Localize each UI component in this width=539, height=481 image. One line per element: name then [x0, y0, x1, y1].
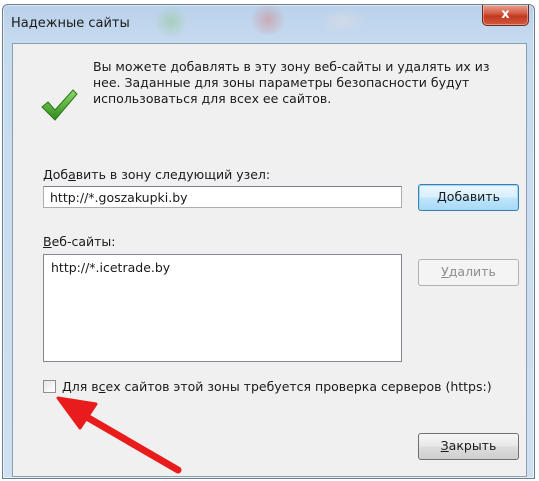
window-close-button[interactable]: x: [482, 5, 529, 26]
websites-list[interactable]: http://*.icetrade.by: [43, 254, 402, 362]
https-require-option[interactable]: Для всех сайтов этой зоны требуется пров…: [43, 378, 523, 396]
close-icon: x: [501, 7, 510, 22]
window-title: Надежные сайты: [11, 16, 130, 31]
close-button[interactable]: Закрыть: [418, 433, 519, 460]
title-bar[interactable]: Надежные сайты x: [3, 5, 534, 41]
background-blur: [318, 7, 368, 35]
https-checkbox-label[interactable]: Для всех сайтов этой зоны требуется пров…: [62, 379, 492, 394]
dialog-body: Вы можете добавлять в эту зону веб-сайты…: [12, 43, 527, 477]
remove-button[interactable]: Удалить: [418, 259, 519, 286]
background-blur: [248, 5, 288, 35]
add-site-label: Добавить в зону следующий узел:: [43, 167, 271, 182]
https-checkbox[interactable]: [43, 380, 56, 393]
trusted-sites-dialog: Надежные сайты x Вы можете добавлять в э…: [2, 4, 535, 479]
list-item[interactable]: http://*.icetrade.by: [51, 260, 170, 275]
intro-text: Вы можете добавлять в эту зону веб-сайты…: [93, 59, 490, 106]
add-site-input[interactable]: [43, 186, 402, 208]
websites-label: Веб-сайты:: [43, 234, 116, 249]
screenshot: Надежные сайты x Вы можете добавлять в э…: [0, 0, 539, 481]
green-checkmark-icon: [41, 89, 78, 121]
add-button[interactable]: Добавить: [418, 184, 519, 211]
background-blur: [153, 7, 189, 37]
